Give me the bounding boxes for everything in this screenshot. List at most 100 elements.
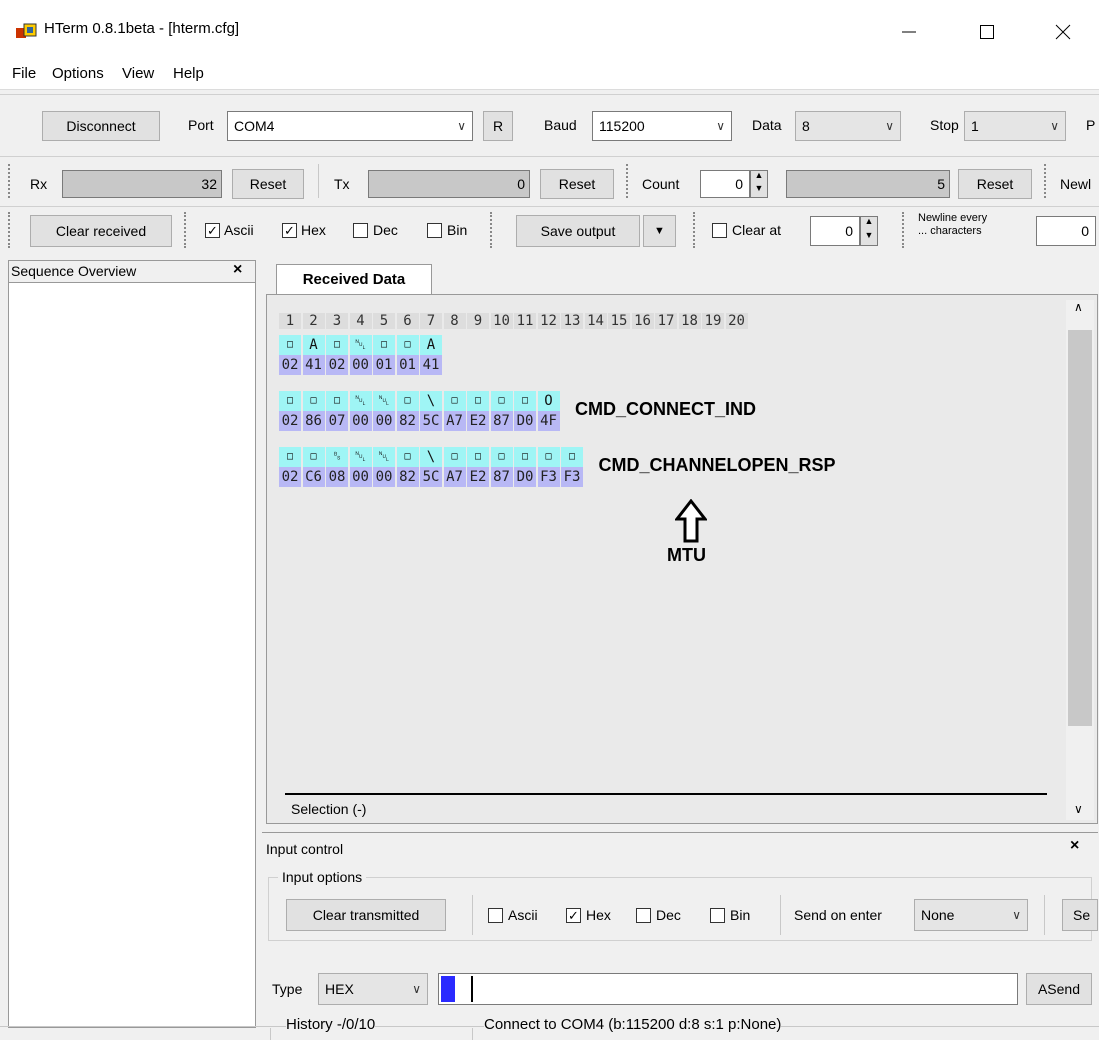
hex-cell[interactable]: C6 bbox=[302, 467, 325, 487]
ascii-cell[interactable]: □ bbox=[326, 391, 348, 411]
hex-cell[interactable]: 41 bbox=[302, 355, 325, 375]
input-ascii-checkbox[interactable] bbox=[488, 908, 503, 923]
hex-cell[interactable]: 00 bbox=[349, 411, 372, 431]
toolbar-grip[interactable] bbox=[8, 164, 12, 198]
ascii-cell[interactable]: □ bbox=[561, 447, 583, 467]
close-icon[interactable]: × bbox=[1070, 837, 1079, 855]
refresh-ports-button[interactable]: R bbox=[483, 111, 513, 141]
toolbar-grip[interactable] bbox=[490, 212, 494, 248]
toolbar-grip[interactable] bbox=[184, 212, 188, 248]
hex-cell[interactable]: 82 bbox=[396, 411, 419, 431]
hex-cell[interactable]: 02 bbox=[279, 355, 301, 375]
hex-cell[interactable]: 5C bbox=[420, 467, 442, 487]
hex-cell[interactable]: D0 bbox=[514, 467, 536, 487]
ascii-cell[interactable]: \ bbox=[420, 447, 442, 467]
ascii-cell[interactable]: □ bbox=[302, 391, 325, 411]
hex-cell[interactable]: 02 bbox=[279, 467, 301, 487]
received-data-area[interactable]: MTU Selection (-) 1 2 3 4 5 6 7 8 9 10 11 12 13 14 15 1… bbox=[266, 294, 1098, 824]
ascii-cell[interactable]: □ bbox=[279, 447, 301, 467]
spin-down-icon[interactable]: ▼ bbox=[861, 231, 877, 245]
bin-checkbox[interactable] bbox=[427, 223, 442, 238]
hex-cell[interactable]: F3 bbox=[537, 467, 560, 487]
ascii-cell[interactable]: A bbox=[420, 335, 442, 355]
ascii-cell[interactable]: □ bbox=[279, 335, 301, 355]
ascii-cell[interactable]: □ bbox=[490, 391, 513, 411]
menu-options[interactable]: Options bbox=[52, 65, 104, 82]
ascii-cell[interactable]: □ bbox=[514, 447, 536, 467]
ascii-cell[interactable]: □ bbox=[396, 447, 419, 467]
ascii-cell[interactable]: □ bbox=[467, 447, 489, 467]
ascii-cell[interactable]: ␀ bbox=[349, 391, 372, 411]
toolbar-grip[interactable] bbox=[8, 212, 12, 248]
hex-cell[interactable]: 08 bbox=[326, 467, 348, 487]
hex-cell[interactable]: 01 bbox=[373, 355, 395, 375]
close-window-button[interactable] bbox=[1040, 14, 1086, 50]
ascii-checkbox[interactable]: ✓ bbox=[205, 223, 220, 238]
disconnect-button[interactable]: Disconnect bbox=[42, 111, 160, 141]
ascii-cell[interactable]: □ bbox=[396, 391, 419, 411]
ascii-cell[interactable]: ␀ bbox=[373, 391, 395, 411]
scroll-up-icon[interactable]: ∧ bbox=[1074, 300, 1083, 314]
tab-received-data[interactable]: Received Data bbox=[276, 264, 432, 294]
ascii-cell[interactable]: ␀ bbox=[349, 335, 372, 355]
clear-received-button[interactable]: Clear received bbox=[30, 215, 172, 247]
scroll-down-icon[interactable]: ∨ bbox=[1074, 802, 1083, 816]
hex-cell[interactable]: 02 bbox=[279, 411, 301, 431]
ascii-cell[interactable]: \ bbox=[420, 391, 442, 411]
ascii-cell[interactable]: ␀ bbox=[373, 447, 395, 467]
ascii-cell[interactable]: O bbox=[537, 391, 560, 411]
menu-view[interactable]: View bbox=[122, 65, 154, 82]
hex-cell[interactable]: A7 bbox=[443, 411, 466, 431]
scroll-thumb[interactable] bbox=[1068, 330, 1092, 726]
dec-checkbox[interactable] bbox=[353, 223, 368, 238]
ascii-cell[interactable]: □ bbox=[396, 335, 419, 355]
stop-bits-select[interactable]: 1 ∨ bbox=[964, 111, 1066, 141]
hex-cell[interactable]: 87 bbox=[490, 411, 513, 431]
hex-cell[interactable]: D0 bbox=[514, 411, 536, 431]
hex-cell[interactable]: E2 bbox=[467, 467, 489, 487]
input-bin-checkbox[interactable] bbox=[710, 908, 725, 923]
ascii-cell[interactable]: □ bbox=[467, 391, 489, 411]
newline-every-input[interactable]: 0 bbox=[1036, 216, 1096, 246]
hex-cell[interactable]: 87 bbox=[490, 467, 513, 487]
ascii-cell[interactable]: □ bbox=[443, 447, 466, 467]
send-button[interactable]: Se bbox=[1062, 899, 1098, 931]
close-icon[interactable]: × bbox=[233, 261, 242, 279]
hex-cell[interactable]: 82 bbox=[396, 467, 419, 487]
hex-checkbox[interactable]: ✓ bbox=[282, 223, 297, 238]
save-output-dropdown[interactable]: ▼ bbox=[643, 215, 676, 247]
hex-cell[interactable]: A7 bbox=[443, 467, 466, 487]
send-on-enter-select[interactable]: None ∨ bbox=[914, 899, 1028, 931]
asend-button[interactable]: ASend bbox=[1026, 973, 1092, 1005]
clear-at-checkbox[interactable] bbox=[712, 223, 727, 238]
minimize-button[interactable] bbox=[886, 14, 932, 50]
clear-transmitted-button[interactable]: Clear transmitted bbox=[286, 899, 446, 931]
menu-file[interactable]: File bbox=[12, 65, 36, 82]
menu-help[interactable]: Help bbox=[173, 65, 204, 82]
hex-cell[interactable]: E2 bbox=[467, 411, 489, 431]
ascii-cell[interactable]: □ bbox=[514, 391, 536, 411]
hex-cell[interactable]: 07 bbox=[326, 411, 348, 431]
ascii-cell[interactable]: A bbox=[302, 335, 325, 355]
baud-select[interactable]: 115200 ∨ bbox=[592, 111, 732, 141]
ascii-cell[interactable]: ␈ bbox=[326, 447, 348, 467]
input-dec-checkbox[interactable] bbox=[636, 908, 651, 923]
hex-cell[interactable]: 01 bbox=[396, 355, 419, 375]
rx-reset-button[interactable]: Reset bbox=[232, 169, 304, 199]
hex-cell[interactable]: 00 bbox=[373, 467, 395, 487]
ascii-cell[interactable]: □ bbox=[279, 391, 301, 411]
toolbar-grip[interactable] bbox=[693, 212, 697, 248]
port-select[interactable]: COM4 ∨ bbox=[227, 111, 473, 141]
count-input[interactable]: 0 bbox=[700, 170, 750, 198]
toolbar-grip[interactable] bbox=[626, 164, 630, 198]
hex-cell[interactable]: 02 bbox=[326, 355, 348, 375]
hex-cell[interactable]: 00 bbox=[373, 411, 395, 431]
ascii-cell[interactable]: □ bbox=[490, 447, 513, 467]
data-bits-select[interactable]: 8 ∨ bbox=[795, 111, 901, 141]
hex-cell[interactable]: 00 bbox=[349, 467, 372, 487]
ascii-cell[interactable]: □ bbox=[537, 447, 560, 467]
spin-up-icon[interactable]: ▲ bbox=[861, 217, 877, 231]
type-select[interactable]: HEX ∨ bbox=[318, 973, 428, 1005]
input-hex-checkbox[interactable]: ✓ bbox=[566, 908, 581, 923]
hex-cell[interactable]: 5C bbox=[420, 411, 442, 431]
